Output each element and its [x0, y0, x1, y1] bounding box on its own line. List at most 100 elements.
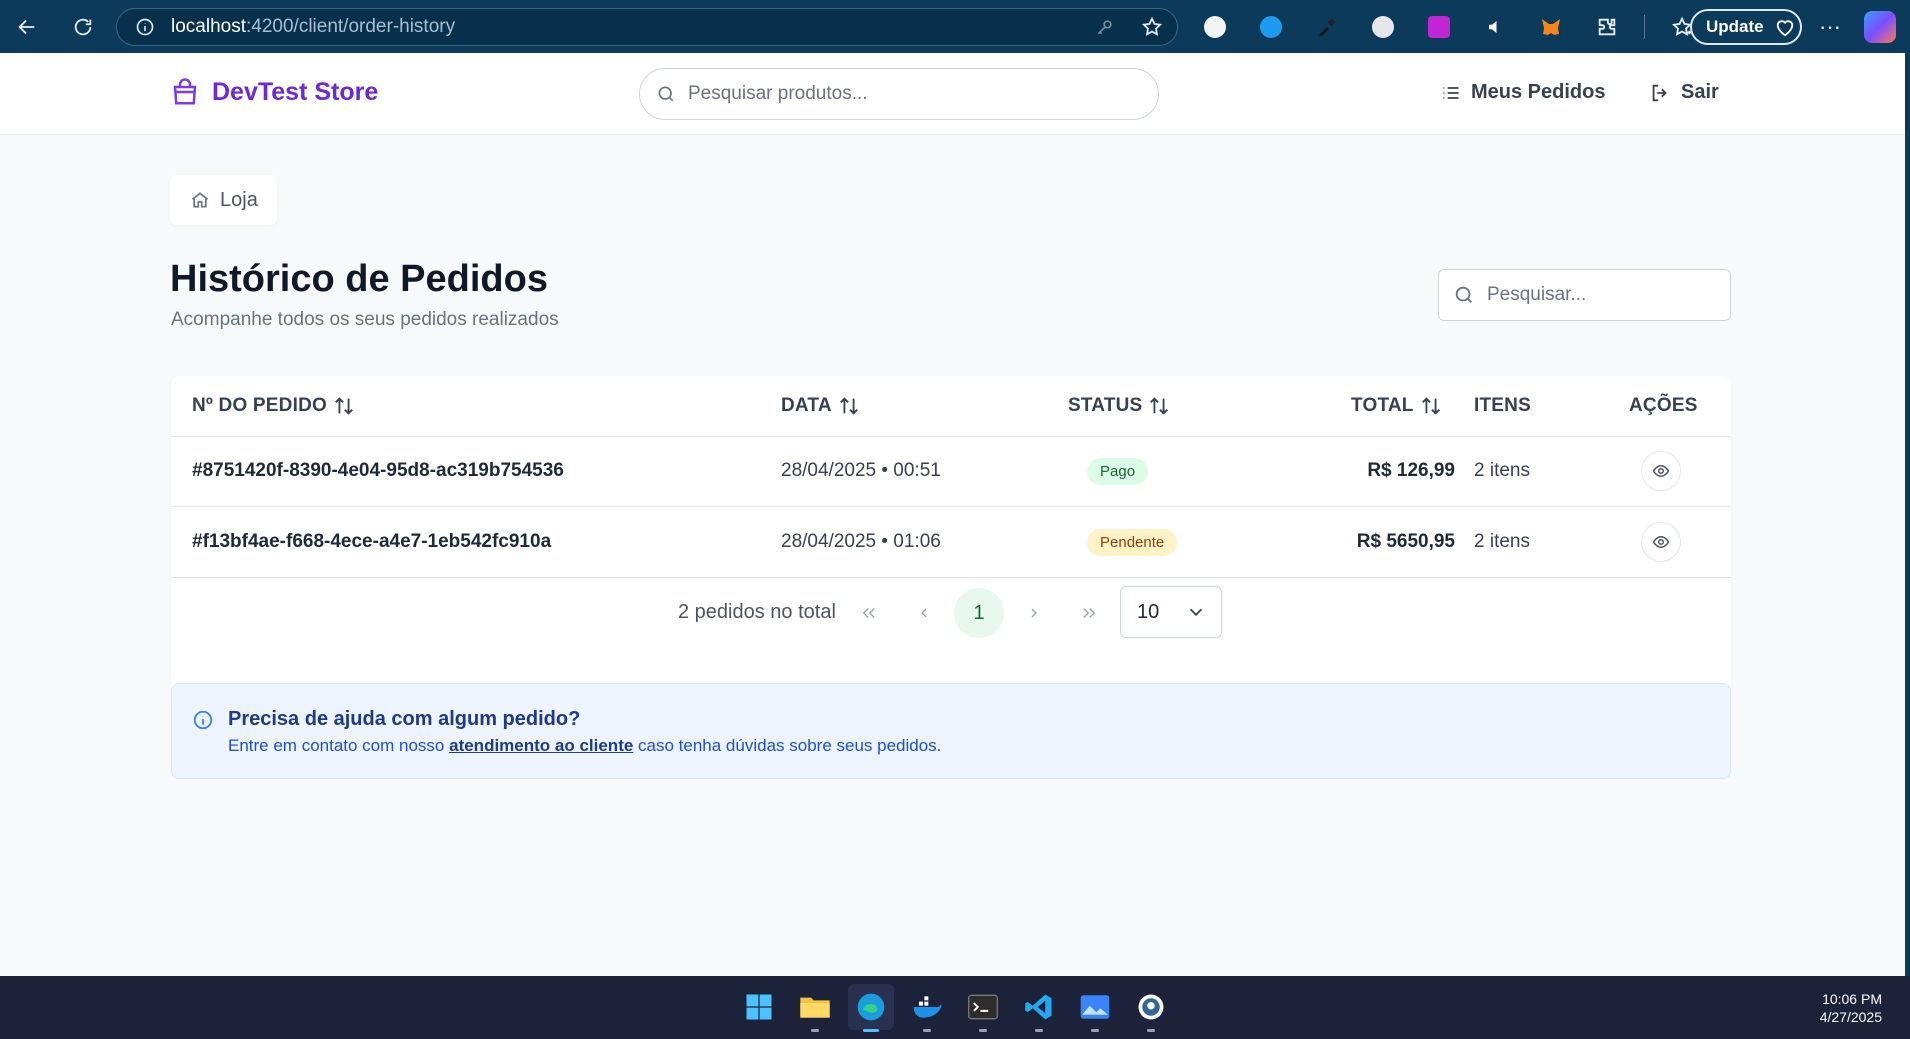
elephant-icon — [1138, 994, 1164, 1020]
vscode-app[interactable] — [1016, 984, 1062, 1032]
running-indicator — [811, 1029, 819, 1032]
actions-cell — [1641, 507, 1681, 577]
edge-app[interactable] — [848, 984, 894, 1032]
order-id: #f13bf4ae-f668-4ece-a4e7-1eb542fc910a — [192, 531, 552, 552]
column-header-order-no[interactable]: Nº DO PEDIDO — [192, 376, 355, 436]
heart-pulse-icon — [1776, 20, 1793, 37]
page-size-select[interactable]: 10 — [1120, 586, 1222, 638]
back-button[interactable] — [6, 6, 48, 48]
url-path: :4200/client/order-history — [246, 16, 456, 37]
update-label: Update — [1706, 17, 1764, 36]
more-options-button[interactable]: ··· — [1812, 9, 1848, 45]
extension-grammar[interactable] — [1364, 8, 1402, 46]
store-logo[interactable]: DevTest Store — [170, 77, 378, 107]
orders-search-input[interactable] — [1487, 284, 1717, 306]
first-page-button[interactable] — [844, 588, 894, 638]
docker-app[interactable] — [904, 984, 950, 1032]
status-cell: Pendente — [1087, 507, 1178, 577]
update-button[interactable]: Update — [1690, 9, 1802, 45]
chevron-left-icon — [921, 608, 927, 618]
search-icon — [658, 86, 674, 102]
extension-colorpicker[interactable] — [1308, 8, 1346, 46]
store-name: DevTest Store — [212, 77, 379, 106]
page-title: Histórico de Pedidos — [170, 258, 548, 300]
breadcrumb[interactable]: Loja — [170, 175, 277, 225]
running-indicator — [1035, 1029, 1043, 1032]
reload-button[interactable] — [62, 6, 104, 48]
status-badge: Pago — [1087, 457, 1149, 485]
breadcrumb-label: Loja — [220, 188, 258, 211]
key-icon[interactable] — [1095, 17, 1115, 37]
last-page-button[interactable] — [1064, 588, 1114, 638]
terminal-app[interactable] — [960, 984, 1006, 1032]
system-clock[interactable]: 10:06 PM 4/27/2025 — [1820, 990, 1882, 1026]
order-total: R$ 5650,95 — [1356, 531, 1455, 552]
puzzle-icon — [1598, 18, 1616, 36]
view-order-button[interactable] — [1641, 522, 1681, 562]
copilot-button[interactable] — [1864, 11, 1896, 43]
column-header-items: ITENS — [1474, 376, 1531, 436]
extensions-puzzle[interactable] — [1588, 8, 1626, 46]
start-button[interactable] — [736, 984, 782, 1030]
photos-icon — [1080, 995, 1110, 1019]
prev-page-button[interactable] — [899, 588, 949, 638]
favorite-star-icon[interactable] — [1141, 16, 1163, 38]
extension-speaker[interactable] — [1476, 8, 1514, 46]
column-label: DATA — [781, 395, 832, 416]
status-cell: Pago — [1087, 436, 1149, 506]
column-header-status[interactable]: STATUS — [1068, 376, 1170, 436]
extension-1[interactable] — [1196, 8, 1234, 46]
running-indicator — [863, 1029, 879, 1032]
next-page-button[interactable] — [1009, 588, 1059, 638]
logout-link[interactable]: Sair — [1649, 81, 1719, 104]
eye-icon — [1652, 535, 1670, 549]
home-icon — [191, 192, 209, 208]
orders-table: Nº DO PEDIDO DATA STATUS TOTAL ITENS AÇÕ… — [171, 376, 1731, 706]
back-arrow-icon — [18, 19, 35, 34]
file-explorer-app[interactable] — [792, 984, 838, 1032]
my-orders-link[interactable]: Meus Pedidos — [1441, 81, 1605, 104]
view-order-button[interactable] — [1641, 451, 1681, 491]
extension-shazam[interactable] — [1252, 8, 1290, 46]
sort-icon — [839, 397, 858, 415]
terminal-icon — [968, 994, 998, 1020]
product-search-input[interactable] — [688, 83, 1108, 105]
status-badge: Pendente — [1087, 528, 1178, 556]
my-orders-label: Meus Pedidos — [1471, 81, 1606, 103]
page-button-current[interactable]: 1 — [954, 588, 1004, 638]
url-host: localhost — [171, 16, 246, 37]
order-date: 28/04/2025 • 00:51 — [781, 460, 941, 481]
address-bar[interactable]: localhost:4200/client/order-history — [116, 8, 1178, 46]
running-indicator — [979, 1029, 987, 1032]
help-notice: Precisa de ajuda com algum pedido? Entre… — [171, 683, 1731, 779]
help-title: Precisa de ajuda com algum pedido? — [228, 708, 581, 730]
help-text-before: Entre em contato com nosso — [228, 736, 450, 755]
customer-service-link[interactable]: atendimento ao cliente — [449, 736, 633, 755]
product-search[interactable] — [639, 68, 1159, 120]
photos-app[interactable] — [1072, 984, 1118, 1032]
column-header-total[interactable]: TOTAL — [1351, 376, 1442, 436]
order-items: 2 itens — [1474, 531, 1530, 552]
eye-icon — [1652, 464, 1670, 478]
shazam-icon — [1260, 16, 1282, 38]
column-label: STATUS — [1068, 395, 1143, 416]
extension-metamask[interactable] — [1532, 8, 1570, 46]
docker-icon — [913, 996, 942, 1018]
ellipsis-icon: ··· — [1819, 14, 1841, 39]
page-subtitle: Acompanhe todos os seus pedidos realizad… — [171, 309, 559, 330]
list-icon — [1443, 86, 1459, 99]
running-indicator — [923, 1029, 931, 1032]
orders-search[interactable] — [1438, 269, 1731, 321]
info-icon — [193, 710, 213, 730]
pagination: 2 pedidos no total 1 10 — [171, 577, 1731, 649]
extensions-area — [1196, 8, 1701, 46]
pgadmin-app[interactable] — [1128, 984, 1174, 1032]
url-text: localhost:4200/client/order-history — [171, 16, 455, 38]
windows-icon — [746, 994, 772, 1020]
sort-icon — [335, 397, 353, 415]
site-info-icon[interactable] — [135, 17, 155, 37]
chevron-down-icon — [1189, 608, 1203, 617]
help-text: Entre em contato com nosso atendimento a… — [228, 736, 941, 756]
column-header-date[interactable]: DATA — [781, 376, 860, 436]
extension-purple[interactable] — [1420, 8, 1458, 46]
